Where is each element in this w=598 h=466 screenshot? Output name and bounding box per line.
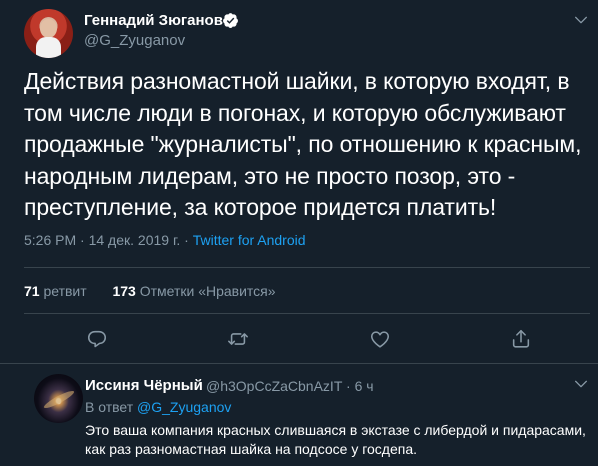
retweet-icon[interactable]	[227, 328, 249, 350]
tweet-text: Действия разномастной шайки, в которую в…	[24, 68, 582, 220]
verified-icon	[223, 13, 238, 28]
meta-separator: ·	[184, 232, 189, 248]
meta-separator: ·	[346, 378, 351, 394]
tweet-stats: 71 ретвит 173 Отметки «Нравится»	[24, 283, 276, 299]
meta-separator: ·	[80, 232, 85, 248]
likes-label: Отметки «Нравится»	[139, 283, 276, 299]
reply-author-name[interactable]: Иссиня Чёрный	[85, 377, 203, 394]
chevron-down-icon[interactable]	[573, 12, 589, 28]
tweet-source[interactable]: Twitter for Android	[193, 232, 306, 248]
tweet-date[interactable]: 14 дек. 2019 г.	[89, 232, 181, 248]
avatar-head	[40, 19, 57, 38]
avatar-shirt	[36, 37, 61, 58]
author-avatar[interactable]	[24, 9, 73, 58]
avatar-galaxy	[42, 388, 76, 411]
chevron-down-icon[interactable]	[573, 376, 589, 392]
reply-author-handle[interactable]: @h3OpCcZaCbnAzIT	[206, 378, 342, 394]
share-icon[interactable]	[510, 328, 532, 350]
likes-stat[interactable]: 173 Отметки «Нравится»	[112, 283, 275, 299]
reply-time[interactable]: 6 ч	[355, 378, 374, 394]
like-icon[interactable]	[369, 328, 391, 350]
reply-text: Это ваша компания красных слившаяся в эк…	[85, 422, 586, 457]
divider	[24, 267, 590, 268]
tweet-time[interactable]: 5:26 PM	[24, 232, 76, 248]
retweets-count: 71	[24, 283, 40, 299]
author-handle[interactable]: @G_Zyuganov	[84, 32, 185, 49]
tweet-actions	[0, 328, 598, 354]
likes-count: 173	[112, 283, 136, 299]
reply-avatar[interactable]	[34, 374, 83, 423]
author-name[interactable]: Геннадий Зюганов	[84, 12, 223, 29]
reply-tweet[interactable]: Иссиня Чёрный @h3OpCcZaCbnAzIT · 6 ч В о…	[0, 364, 598, 466]
reply-icon[interactable]	[86, 328, 108, 350]
retweets-label: ретвит	[43, 283, 87, 299]
reply-to-prefix: В ответ	[85, 399, 134, 415]
divider	[24, 313, 590, 314]
reply-meta: @h3OpCcZaCbnAzIT · 6 ч	[206, 378, 374, 394]
retweets-stat[interactable]: 71 ретвит	[24, 283, 87, 299]
reply-to-line: В ответ @G_Zyuganov	[85, 399, 231, 415]
reply-to-mention[interactable]: @G_Zyuganov	[137, 399, 231, 415]
tweet-meta: 5:26 PM · 14 дек. 2019 г. · Twitter for …	[24, 232, 306, 248]
